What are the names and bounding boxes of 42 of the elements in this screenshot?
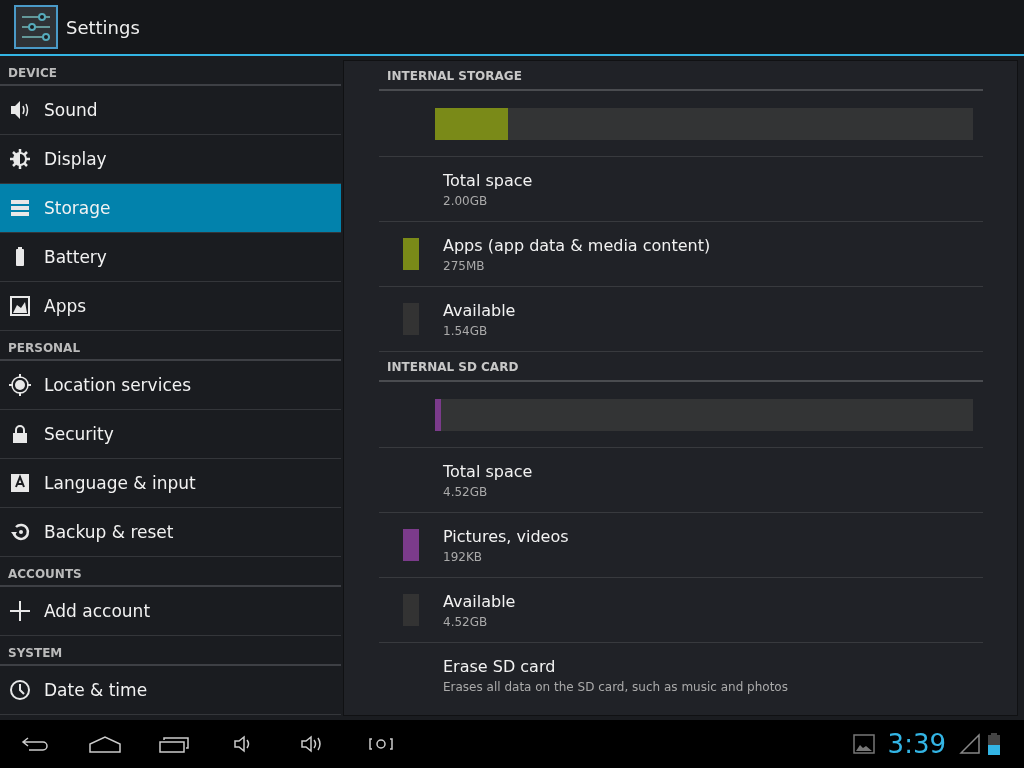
sun-icon bbox=[8, 147, 32, 171]
row-value: 2.00GB bbox=[443, 193, 489, 208]
clock-time: 3:39 bbox=[887, 729, 946, 759]
row-title: Apps (app data & media content) bbox=[443, 235, 711, 255]
letter-icon bbox=[8, 471, 32, 495]
row-title: Total space bbox=[443, 170, 533, 190]
row-title: Erase SD card bbox=[443, 656, 557, 676]
settings-icon[interactable] bbox=[14, 5, 58, 49]
section-header: INTERNAL STORAGE bbox=[379, 61, 983, 91]
row-value: 192KB bbox=[443, 549, 483, 564]
location-icon bbox=[8, 373, 32, 397]
app-title: Settings bbox=[66, 16, 140, 38]
row-value: 4.52GB bbox=[443, 614, 489, 629]
settings-item[interactable]: Battery bbox=[0, 233, 341, 282]
settings-item[interactable]: Date & time bbox=[0, 666, 341, 715]
row-description: Erases all data on the SD card, such as music and photos bbox=[443, 679, 788, 694]
storage-row[interactable]: Erase SD card Erases all data on the SD card, such as music and photos bbox=[379, 643, 983, 707]
picture-icon[interactable] bbox=[851, 732, 876, 756]
clock-icon bbox=[8, 678, 32, 702]
settings-item[interactable]: Sound bbox=[0, 86, 341, 135]
settings-item[interactable]: Backup & reset bbox=[0, 508, 341, 557]
section-header: SYSTEM bbox=[0, 636, 341, 666]
row-title: Pictures, videos bbox=[443, 526, 569, 546]
settings-item[interactable]: Security bbox=[0, 410, 341, 459]
picture-icon bbox=[8, 294, 32, 318]
settings-item[interactable]: Language & input bbox=[0, 459, 341, 508]
row-title: Available bbox=[443, 591, 516, 611]
settings-item[interactable]: Storage bbox=[0, 184, 341, 233]
row-title: Total space bbox=[443, 461, 533, 481]
settings-item[interactable]: Add account bbox=[0, 587, 341, 636]
section-header: INTERNAL SD CARD bbox=[379, 352, 983, 382]
signal-icon bbox=[958, 732, 982, 756]
row-value: 4.52GB bbox=[443, 484, 489, 499]
section-header: DEVICE bbox=[0, 56, 341, 86]
section-header: ACCOUNTS bbox=[0, 557, 341, 587]
section-header: PERSONAL bbox=[0, 331, 341, 361]
row-title: Available bbox=[443, 300, 516, 320]
row-value: 275MB bbox=[443, 258, 486, 273]
plus-icon bbox=[8, 599, 32, 623]
row-value: 1.54GB bbox=[443, 323, 489, 338]
settings-item[interactable]: Location services bbox=[0, 361, 341, 410]
settings-item[interactable]: Apps bbox=[0, 282, 341, 331]
